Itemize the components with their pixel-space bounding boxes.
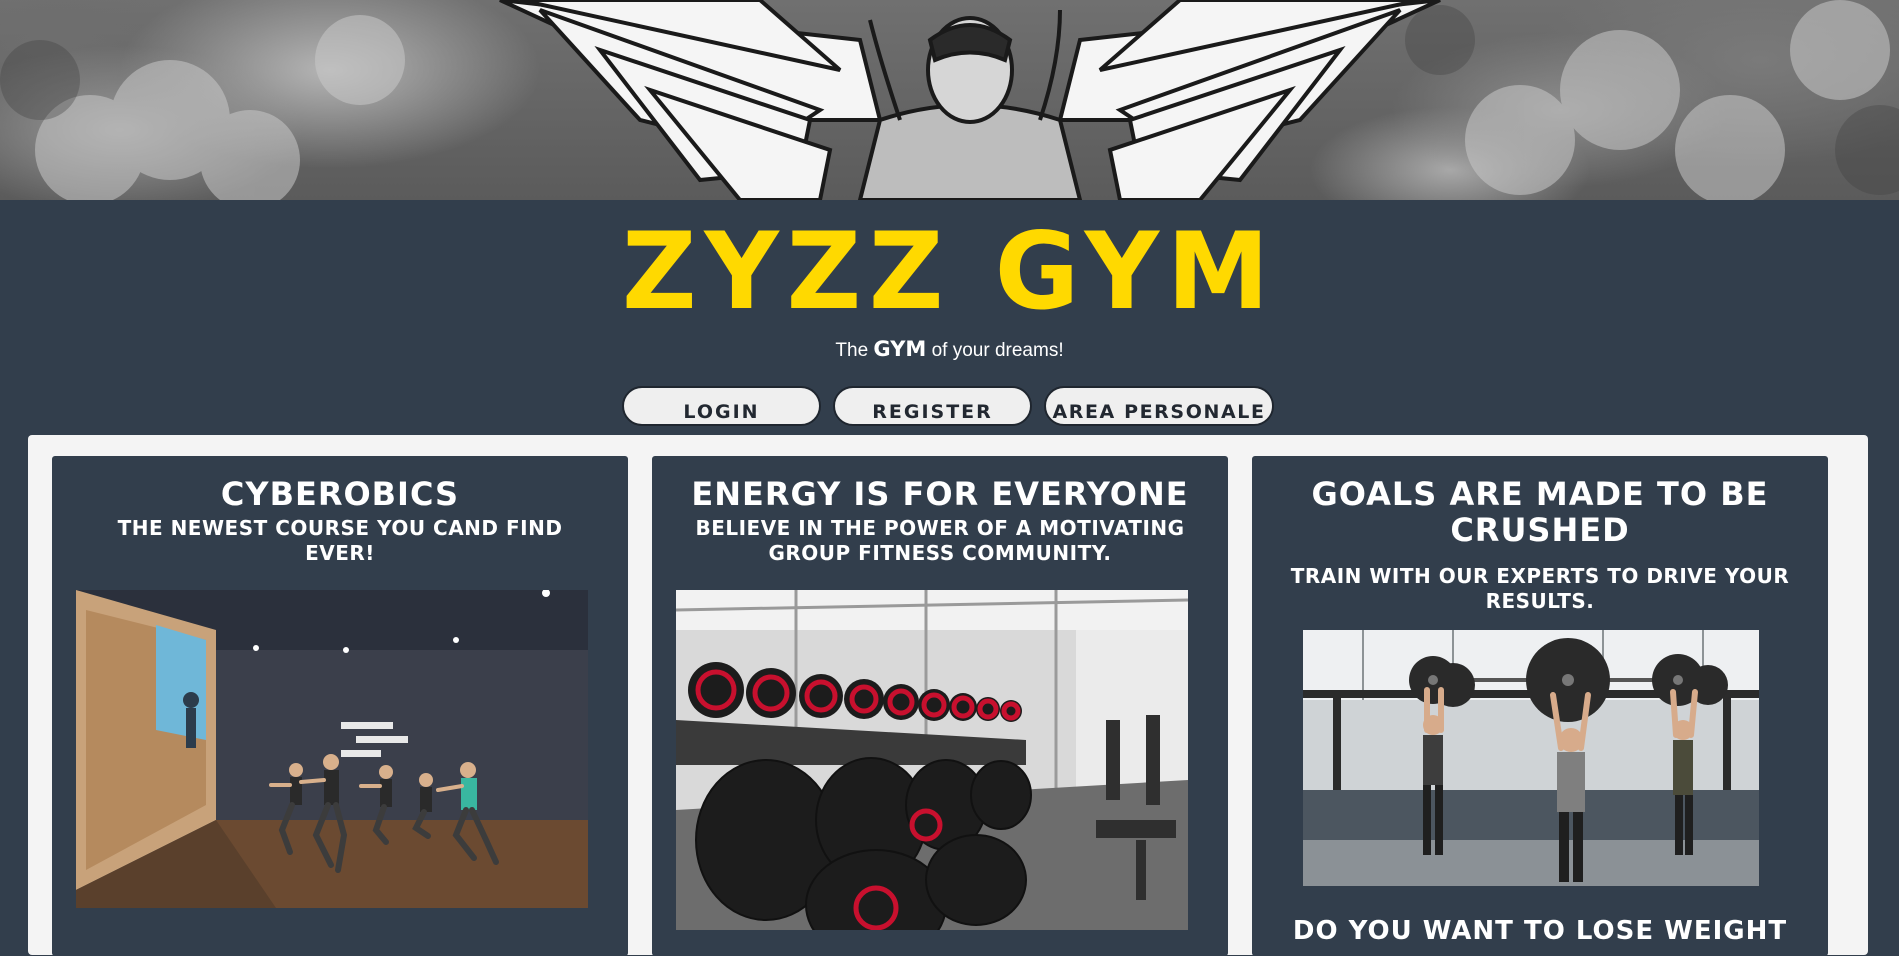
dumbbell-rack-photo [676, 590, 1188, 930]
card-subtitle: BELIEVE IN THE POWER OF A MOTIVATING GRO… [695, 516, 1185, 565]
card-subtitle: TRAIN WITH OUR EXPERTS TO DRIVE YOUR RES… [1290, 564, 1790, 613]
login-button[interactable]: LOGIN [622, 386, 821, 426]
weight-loss-teaser: DO YOU WANT TO LOSE WEIGHT [1292, 916, 1788, 946]
tagline-highlight: GYM [873, 337, 927, 361]
site-title: ZYZZ GYM [622, 210, 1277, 333]
tagline-prefix: The [835, 340, 869, 361]
personal-area-button[interactable]: AREA PERSONALE [1044, 386, 1274, 426]
hero-banner [0, 0, 1899, 200]
register-button[interactable]: REGISTER [833, 386, 1032, 426]
course-card-energy: ENERGY IS FOR EVERYONE BELIEVE IN THE PO… [652, 456, 1228, 956]
barbell-lift-photo [1303, 630, 1759, 886]
fitness-class-photo [76, 590, 588, 908]
card-title: GOALS ARE MADE TO BE CRUSHED [1311, 475, 1769, 549]
course-card-goals: GOALS ARE MADE TO BE CRUSHED TRAIN WITH … [1252, 456, 1828, 956]
card-title: ENERGY IS FOR EVERYONE [691, 475, 1189, 513]
main-nav: LOGIN REGISTER AREA PERSONALE [622, 386, 1274, 426]
winged-athlete-illustration [0, 0, 1899, 200]
tagline-suffix: of your dreams! [931, 340, 1064, 361]
card-title: CYBEROBICS [220, 475, 460, 513]
tagline: The GYM of your dreams! [0, 336, 1899, 364]
course-card-cyberobics: CYBEROBICS THE NEWEST COURSE YOU CAND FI… [52, 456, 628, 956]
card-subtitle: THE NEWEST COURSE YOU CAND FIND EVER! [117, 516, 563, 565]
